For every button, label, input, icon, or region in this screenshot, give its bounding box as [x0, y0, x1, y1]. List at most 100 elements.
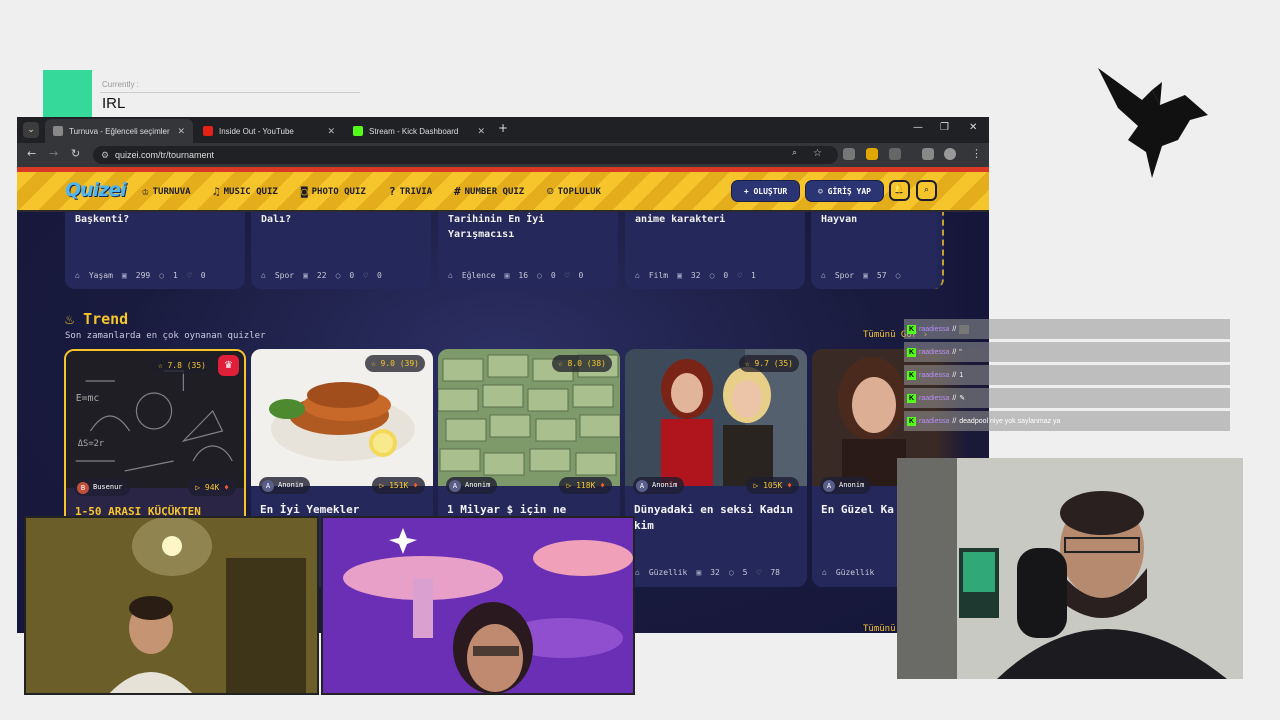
zoom-icon[interactable]: ⌕: [792, 148, 797, 158]
avatar: A: [262, 479, 274, 492]
tab-quizei[interactable]: Turnuva - Eğlenceli seçimler ya ✕: [45, 119, 193, 143]
restore-icon[interactable]: ❐: [940, 122, 949, 133]
close-window-icon[interactable]: ✕: [969, 122, 977, 133]
tab-search-icon[interactable]: ⌄: [23, 122, 39, 138]
questions-icon: ▣: [504, 271, 510, 280]
author-badge[interactable]: A Anonim: [633, 477, 685, 494]
nav-trivia[interactable]: ? TRIVIA: [389, 185, 432, 198]
author-name: Anonim: [652, 481, 678, 489]
profile-avatar[interactable]: [944, 148, 956, 160]
plays-badge: ▷ 118K ♦: [559, 477, 612, 494]
site-logo[interactable]: Quizei: [65, 179, 127, 201]
author-badge[interactable]: A Anonim: [259, 477, 311, 494]
author-badge[interactable]: A Anonim: [820, 477, 872, 494]
url-input[interactable]: ⚙ quizei.com/tr/tournament: [93, 146, 838, 164]
back-icon[interactable]: ←: [27, 147, 36, 160]
tab-title: Inside Out - YouTube: [219, 126, 294, 136]
chat-overlay: Kraadiessa// Kraadiessa//" Kraadiessa//1…: [904, 319, 1230, 434]
user-icon: ☺: [818, 187, 828, 196]
menu-kebab-icon[interactable]: ⋮: [971, 147, 982, 160]
quiz-card[interactable]: Başkenti? ⌂ Yaşam ▣ 299 ○ 1 ♡ 0: [65, 212, 245, 289]
nav-music-quiz[interactable]: ♫ MUSIC QUIZ: [213, 185, 278, 198]
divider: [100, 92, 360, 93]
chat-message: Kraadiessa//1: [904, 365, 1230, 385]
chat-username: raadiessa: [919, 417, 950, 425]
quiz-title: Dünyadaki en seksi Kadın kim: [634, 503, 793, 532]
extension-icon[interactable]: [843, 148, 855, 160]
quiz-card[interactable]: Tarihinin En İyi Yarışmacısı ⌂ Eğlence ▣ 1…: [438, 212, 618, 289]
heart-icon: ♡: [186, 271, 192, 280]
reload-icon[interactable]: ↻: [71, 147, 80, 160]
see-all-link[interactable]: Tümünü: [863, 624, 896, 633]
new-tab-icon[interactable]: +: [498, 121, 508, 135]
quiz-count: 299: [135, 271, 151, 280]
search-icon[interactable]: ⌕: [916, 180, 937, 201]
tab-title: Stream - Kick Dashboard: [369, 126, 459, 136]
address-bar: ← → ↻ ⚙ quizei.com/tr/tournament ⌕ ☆ ⋮: [17, 143, 989, 167]
minimize-icon[interactable]: —: [913, 122, 923, 133]
quiz-count: 32: [710, 568, 720, 577]
nav-photo-quiz[interactable]: ◙ PHOTO QUIZ: [301, 185, 366, 198]
fire-icon: ♦: [219, 483, 229, 492]
plays-badge: ▷ 105K ♦: [746, 477, 799, 494]
extensions-puzzle-icon[interactable]: [889, 148, 901, 160]
rating-text: 7.8 (35): [167, 361, 206, 370]
kick-icon: K: [907, 347, 916, 357]
chat-text: ": [959, 348, 962, 356]
extension-icon[interactable]: [866, 148, 878, 160]
currently-value: IRL: [102, 95, 126, 112]
quiz-card[interactable]: Dalı? ⌂ Spor ▣ 22 ○ 0 ♡ 0: [251, 212, 431, 289]
rating-text: 9.7 (35): [754, 359, 793, 368]
flame-icon: ♨: [65, 310, 84, 328]
quiz-meta: ⌂ Spor ▣ 22 ○ 0 ♡ 0: [261, 271, 423, 280]
kick-icon: K: [907, 393, 916, 403]
camera-icon: ◙: [301, 185, 308, 198]
comment-icon: ○: [728, 568, 734, 577]
quiz-category: Yaşam: [88, 271, 113, 280]
category-icon: ⌂: [635, 568, 640, 577]
site-info-icon[interactable]: ⚙: [101, 146, 109, 164]
close-tab-icon[interactable]: ✕: [327, 126, 335, 137]
author-badge[interactable]: A Anonim: [446, 477, 498, 494]
media-icon[interactable]: [922, 148, 934, 160]
rating-badge: ☆ 7.8 (35): [151, 357, 212, 374]
crown-icon: ♛: [218, 355, 239, 376]
forward-icon[interactable]: →: [49, 147, 58, 160]
url-text: quizei.com/tr/tournament: [115, 150, 215, 160]
questions-icon: ▣: [863, 271, 868, 280]
fire-icon: ♦: [782, 481, 792, 490]
quiz-count: 57: [876, 271, 887, 280]
kick-icon: K: [907, 370, 916, 380]
nav-topluluk[interactable]: ☺ TOPLULUK: [547, 185, 601, 198]
nav-number-quiz[interactable]: # NUMBER QUIZ: [454, 185, 524, 198]
close-tab-icon[interactable]: ✕: [477, 126, 485, 137]
quiz-likes: 0: [377, 271, 382, 280]
avatar: B: [77, 481, 89, 494]
youtube-icon: [203, 126, 213, 136]
nav-label: MUSIC QUIZ: [223, 186, 278, 197]
tab-kick[interactable]: Stream - Kick Dashboard ✕: [345, 119, 493, 143]
play-icon: ▷: [753, 481, 764, 490]
bookmark-star-icon[interactable]: ☆: [813, 148, 822, 159]
author-badge[interactable]: B Busenur: [74, 479, 130, 496]
close-tab-icon[interactable]: ✕: [177, 126, 185, 137]
notifications-bell-icon[interactable]: 🔔: [889, 180, 910, 201]
heart-icon: ♡: [737, 271, 743, 280]
comment-icon: ○: [335, 271, 341, 280]
create-button[interactable]: + OLUŞTUR: [731, 180, 800, 202]
tab-youtube[interactable]: Inside Out - YouTube ✕: [195, 119, 343, 143]
quiz-card[interactable]: anime karakteri ⌂ Film ▣ 32 ○ 0 ♡ 1: [625, 212, 805, 289]
chat-divider: //: [952, 348, 957, 356]
chat-text: deadpool niye yok saylanmaz ya: [959, 417, 1061, 425]
chat-divider: //: [952, 417, 957, 425]
nav-turnuva[interactable]: ♔ TURNUVA: [142, 185, 191, 198]
quiz-title: Başkenti?: [75, 214, 130, 225]
users-icon: ☺: [547, 185, 554, 198]
quiz-category: Güzellik: [835, 568, 875, 577]
bird-logo-icon: [1098, 68, 1208, 178]
comment-icon: ○: [159, 271, 165, 280]
quiz-card[interactable]: Hayvan ⌂ Spor ▣ 57 ○: [811, 212, 944, 289]
quiz-count: 16: [518, 271, 529, 280]
trend-quiz-card[interactable]: ☆ 9.7 (35) A Anonim ▷ 105K ♦ Dünyadaki en…: [625, 349, 807, 587]
login-button[interactable]: ☺ GİRİŞ YAP: [805, 180, 884, 202]
